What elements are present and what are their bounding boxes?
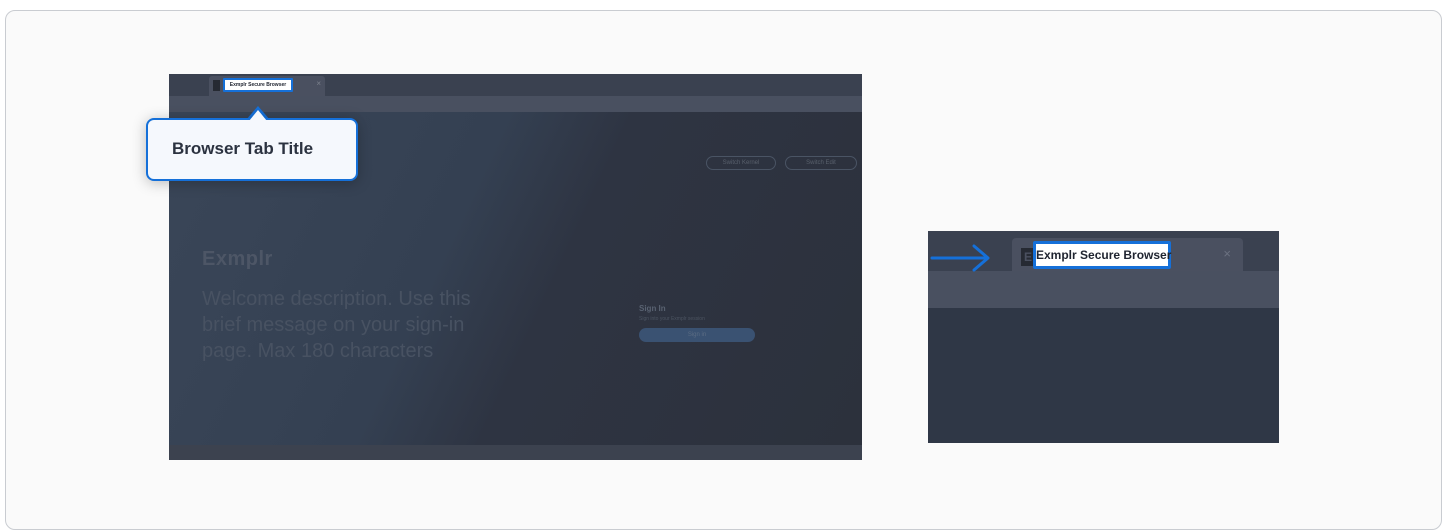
header-button-2[interactable]: Switch Edit: [785, 156, 857, 170]
browser-tab[interactable]: E Exmplr Secure Browser ×: [1012, 238, 1243, 271]
signin-button[interactable]: Sign in: [639, 328, 755, 342]
browser-tab[interactable]: Exmplr Secure Browser ×: [209, 76, 325, 96]
welcome-description: Welcome description. Use this brief mess…: [202, 288, 471, 362]
close-icon[interactable]: ×: [1223, 246, 1231, 261]
page-content: [928, 308, 1279, 443]
signin-title: Sign In: [639, 304, 666, 313]
callout-box: Browser Tab Title: [146, 118, 358, 181]
address-bar: [928, 271, 1279, 308]
address-bar: [169, 96, 862, 112]
tab-title-highlight: Exmplr Secure Browser: [1033, 241, 1171, 269]
close-icon[interactable]: ×: [316, 79, 321, 88]
arrow-right-icon: [930, 244, 990, 272]
signin-subtitle: Sign into your Exmplr session: [639, 316, 705, 322]
header-button-1[interactable]: Switch Kernel: [706, 156, 776, 170]
tab-title-highlight: Exmplr Secure Browser: [223, 78, 293, 92]
browser-footer: [169, 445, 862, 460]
favicon-icon: [213, 80, 220, 91]
browser-tab-bar: Exmplr Secure Browser ×: [169, 74, 862, 96]
callout-label: Browser Tab Title: [172, 139, 314, 158]
callout-pointer-fill: [249, 110, 267, 121]
brand-logo: Exmplr: [202, 248, 273, 270]
